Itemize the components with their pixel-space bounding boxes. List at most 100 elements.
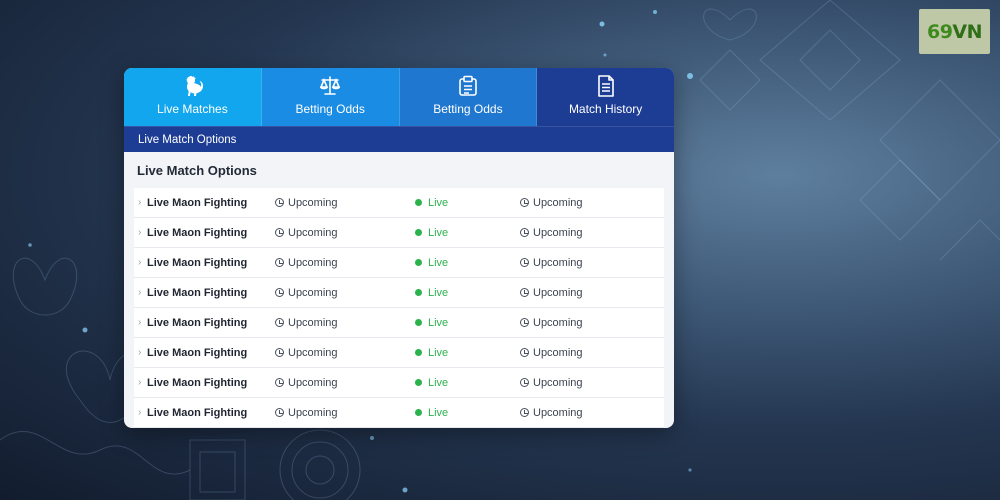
chevron-right-icon: ›: [138, 287, 142, 298]
list-item[interactable]: › Live Maon Fighting Upcoming Live Upcom…: [134, 398, 664, 428]
status-text: Upcoming: [533, 376, 583, 389]
status-text: Upcoming: [533, 226, 583, 239]
status-upcoming: Upcoming: [275, 407, 338, 419]
match-name: Live Maon Fighting: [147, 406, 248, 419]
status-upcoming: Upcoming: [275, 287, 338, 299]
chevron-right-icon: ›: [138, 257, 142, 268]
status-upcoming: Upcoming: [520, 197, 583, 209]
list-item[interactable]: › Live Maon Fighting Upcoming Live Upcom…: [134, 338, 664, 368]
status-text: Live: [428, 316, 449, 329]
status-text: Upcoming: [533, 196, 583, 209]
list-item[interactable]: › Live Maon Fighting Upcoming Live Upcom…: [134, 248, 664, 278]
match-name: Live Maon Fighting: [147, 226, 248, 239]
status-live: Live: [415, 347, 448, 359]
list-item[interactable]: › Live Maon Fighting Upcoming Live Upcom…: [134, 368, 664, 398]
status-live: Live: [415, 407, 448, 419]
status-upcoming: Upcoming: [520, 347, 583, 359]
tab-match-history[interactable]: Match History: [537, 68, 674, 126]
status-text: Upcoming: [288, 346, 338, 359]
status-text: Live: [428, 256, 449, 269]
chevron-right-icon: ›: [138, 197, 142, 208]
tab-label: Betting Odds: [295, 102, 365, 116]
status-text: Live: [428, 406, 449, 419]
section-title: Live Match Options: [137, 162, 257, 178]
status-text: Upcoming: [288, 226, 338, 239]
tab-bar: Live Matches Betting Odds Betting Odds M…: [124, 68, 674, 126]
match-list: › Live Maon Fighting Upcoming Live Upcom…: [134, 188, 664, 428]
chevron-right-icon: ›: [138, 227, 142, 238]
live-dot-icon: [415, 229, 422, 236]
clock-icon: [275, 198, 284, 207]
status-text: Upcoming: [533, 316, 583, 329]
live-match-panel: Live Matches Betting Odds Betting Odds M…: [124, 68, 674, 428]
clock-icon: [520, 228, 529, 237]
status-text: Upcoming: [288, 286, 338, 299]
clock-icon: [275, 228, 284, 237]
status-text: Upcoming: [533, 256, 583, 269]
status-upcoming: Upcoming: [520, 407, 583, 419]
live-dot-icon: [415, 259, 422, 266]
status-text: Upcoming: [533, 346, 583, 359]
list-item[interactable]: › Live Maon Fighting Upcoming Live Upcom…: [134, 308, 664, 338]
status-upcoming: Upcoming: [275, 347, 338, 359]
live-dot-icon: [415, 379, 422, 386]
chevron-right-icon: ›: [138, 377, 142, 388]
status-live: Live: [415, 197, 448, 209]
list-item[interactable]: › Live Maon Fighting Upcoming Live Upcom…: [134, 278, 664, 308]
clock-icon: [520, 378, 529, 387]
document-icon: [594, 74, 618, 98]
scales-icon: [318, 74, 342, 98]
status-live: Live: [415, 317, 448, 329]
clock-icon: [520, 348, 529, 357]
list-item[interactable]: › Live Maon Fighting Upcoming Live Upcom…: [134, 218, 664, 248]
status-upcoming: Upcoming: [275, 377, 338, 389]
status-upcoming: Upcoming: [275, 317, 338, 329]
status-text: Upcoming: [288, 256, 338, 269]
status-text: Live: [428, 196, 449, 209]
status-text: Upcoming: [288, 376, 338, 389]
status-live: Live: [415, 227, 448, 239]
clock-icon: [520, 408, 529, 417]
match-name: Live Maon Fighting: [147, 256, 248, 269]
status-text: Live: [428, 286, 449, 299]
clock-icon: [275, 348, 284, 357]
rooster-icon: [180, 74, 204, 98]
tab-betting-odds[interactable]: Betting Odds: [261, 68, 400, 126]
tab-live-matches[interactable]: Live Matches: [124, 68, 262, 126]
clock-icon: [275, 258, 284, 267]
status-upcoming: Upcoming: [275, 257, 338, 269]
tab-label: Match History: [568, 102, 643, 116]
live-dot-icon: [415, 409, 422, 416]
status-text: Live: [428, 346, 449, 359]
status-upcoming: Upcoming: [520, 287, 583, 299]
status-live: Live: [415, 287, 448, 299]
match-name: Live Maon Fighting: [147, 286, 248, 299]
tab-label: Live Matches: [157, 102, 228, 116]
clock-icon: [275, 378, 284, 387]
status-upcoming: Upcoming: [520, 377, 583, 389]
status-upcoming: Upcoming: [520, 227, 583, 239]
options-subheader: Live Match Options: [124, 126, 674, 152]
live-dot-icon: [415, 199, 422, 206]
live-dot-icon: [415, 289, 422, 296]
clock-icon: [520, 198, 529, 207]
tab-betting-odds-2[interactable]: Betting Odds: [399, 68, 538, 126]
chevron-right-icon: ›: [138, 407, 142, 418]
status-upcoming: Upcoming: [520, 317, 583, 329]
status-upcoming: Upcoming: [275, 197, 338, 209]
clock-icon: [520, 258, 529, 267]
clock-icon: [520, 288, 529, 297]
match-name: Live Maon Fighting: [147, 316, 248, 329]
chevron-right-icon: ›: [138, 317, 142, 328]
list-item[interactable]: › Live Maon Fighting Upcoming Live Upcom…: [134, 188, 664, 218]
match-name: Live Maon Fighting: [147, 196, 248, 209]
clipboard-icon: [456, 74, 480, 98]
tab-label: Betting Odds: [433, 102, 503, 116]
brand-logo[interactable]: 69VN: [919, 9, 990, 54]
status-text: Upcoming: [533, 406, 583, 419]
status-text: Upcoming: [288, 316, 338, 329]
live-dot-icon: [415, 319, 422, 326]
status-text: Upcoming: [288, 406, 338, 419]
live-dot-icon: [415, 349, 422, 356]
status-text: Live: [428, 376, 449, 389]
